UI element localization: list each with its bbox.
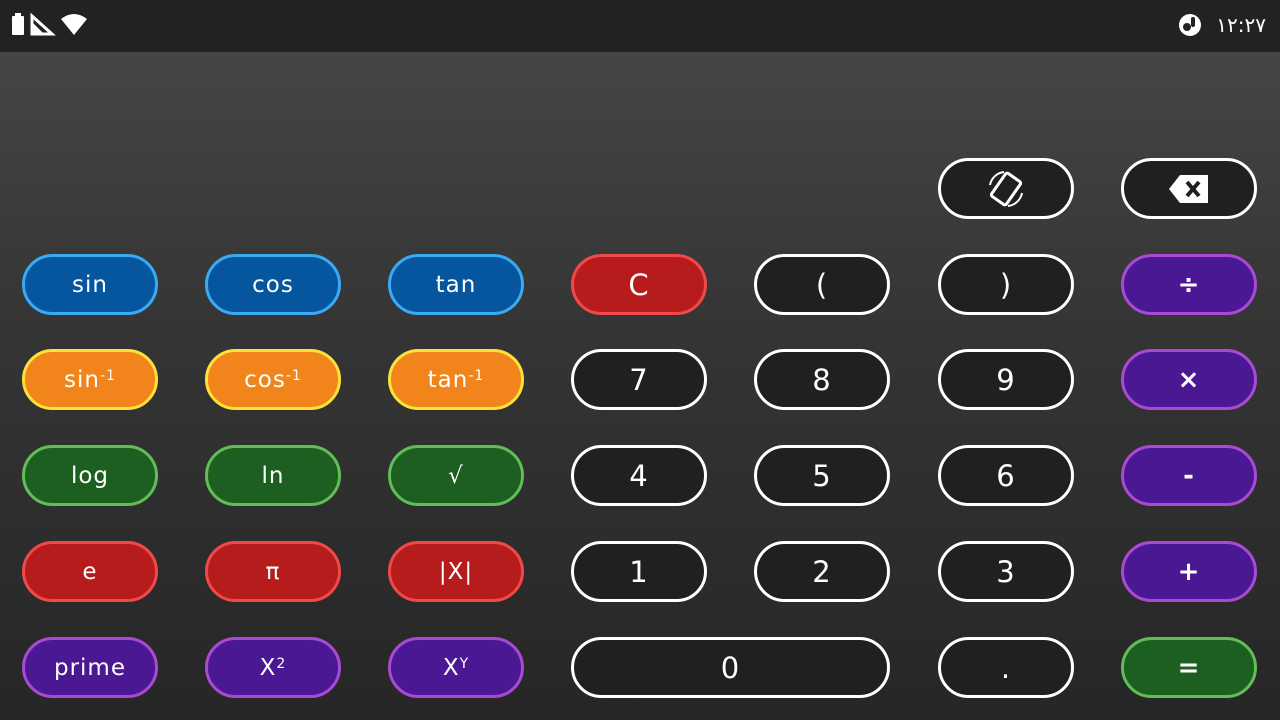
arcsin-button[interactable]: sin -1 — [22, 349, 158, 410]
digit-6-label: 6 — [996, 458, 1016, 493]
rotate-button[interactable] — [938, 158, 1074, 219]
digit-8-label: 8 — [812, 362, 832, 397]
abs-button[interactable]: |X| — [388, 541, 524, 602]
status-icons-right: ۱۲:۲۷ — [1178, 12, 1266, 38]
sin-button[interactable]: sin — [22, 254, 158, 315]
digit-8-button[interactable]: 8 — [754, 349, 890, 410]
digit-7-label: 7 — [629, 362, 649, 397]
close-paren-button[interactable]: ) — [938, 254, 1074, 315]
plus-button[interactable]: + — [1121, 541, 1257, 602]
ln-button[interactable]: ln — [205, 445, 341, 506]
status-icons-left — [10, 12, 88, 36]
backspace-button[interactable] — [1121, 158, 1257, 219]
pi-button[interactable]: π — [205, 541, 341, 602]
pi-label: π — [265, 558, 281, 585]
ln-label: ln — [261, 462, 285, 489]
euler-label: e — [82, 558, 98, 585]
digit-3-button[interactable]: 3 — [938, 541, 1074, 602]
tan-button[interactable]: tan — [388, 254, 524, 315]
minus-button[interactable]: - — [1121, 445, 1257, 506]
digit-2-label: 2 — [812, 554, 832, 589]
close-paren-label: ) — [999, 267, 1013, 302]
digit-0-label: 0 — [720, 650, 741, 685]
arctan-label: tan — [427, 366, 469, 393]
digit-5-label: 5 — [812, 458, 832, 493]
digit-1-button[interactable]: 1 — [571, 541, 707, 602]
decimal-point-label: . — [1000, 650, 1012, 685]
square-button[interactable]: X2 — [205, 637, 341, 698]
arcsin-label: sin — [64, 366, 100, 393]
prime-label: prime — [53, 654, 126, 681]
equals-label: = — [1177, 652, 1201, 683]
signal-icon — [30, 12, 56, 36]
digit-9-label: 9 — [996, 362, 1016, 397]
digit-7-button[interactable]: 7 — [571, 349, 707, 410]
square-label: X — [259, 654, 277, 681]
euler-button[interactable]: e — [22, 541, 158, 602]
backspace-icon — [1169, 174, 1208, 203]
battery-icon — [12, 13, 24, 35]
power-label: X — [442, 654, 460, 681]
status-time: ۱۲:۲۷ — [1216, 13, 1266, 37]
decimal-point-button[interactable]: . — [938, 637, 1074, 698]
digit-9-button[interactable]: 9 — [938, 349, 1074, 410]
sin-label: sin — [72, 271, 108, 298]
screen-rotation-icon — [989, 170, 1023, 207]
digit-1-label: 1 — [629, 554, 649, 589]
log-button[interactable]: log — [22, 445, 158, 506]
digit-4-label: 4 — [629, 458, 649, 493]
open-paren-button[interactable]: ( — [754, 254, 890, 315]
power-button[interactable]: XY — [388, 637, 524, 698]
sqrt-button[interactable]: √ — [388, 445, 524, 506]
digit-6-button[interactable]: 6 — [938, 445, 1074, 506]
divide-label: ÷ — [1177, 269, 1201, 300]
cos-button[interactable]: cos — [205, 254, 341, 315]
prime-button[interactable]: prime — [22, 637, 158, 698]
status-bar: ۱۲:۲۷ — [0, 0, 1280, 52]
power-exponent: Y — [459, 655, 470, 672]
abs-label: |X| — [438, 558, 474, 585]
digit-0-button[interactable]: 0 — [571, 637, 890, 698]
multiply-button[interactable]: × — [1121, 349, 1257, 410]
multiply-label: × — [1177, 364, 1201, 395]
log-label: log — [70, 462, 110, 489]
sqrt-label: √ — [448, 462, 464, 489]
digit-4-button[interactable]: 4 — [571, 445, 707, 506]
minus-label: - — [1183, 460, 1195, 491]
arccos-exponent: -1 — [285, 367, 302, 384]
arccos-label: cos — [244, 366, 286, 393]
plus-label: + — [1177, 556, 1201, 587]
app-notification-icon — [1179, 14, 1202, 36]
digit-3-label: 3 — [996, 554, 1016, 589]
open-paren-label: ( — [815, 267, 829, 302]
cos-label: cos — [252, 271, 294, 298]
digit-2-button[interactable]: 2 — [754, 541, 890, 602]
divide-button[interactable]: ÷ — [1121, 254, 1257, 315]
arccos-button[interactable]: cos -1 — [205, 349, 341, 410]
equals-button[interactable]: = — [1121, 637, 1257, 698]
arctan-exponent: -1 — [468, 367, 485, 384]
square-exponent: 2 — [276, 655, 287, 672]
tan-label: tan — [435, 271, 477, 298]
display-divider — [738, 132, 1280, 134]
clear-label: C — [628, 267, 650, 302]
wifi-icon — [61, 14, 87, 35]
arcsin-exponent: -1 — [99, 367, 116, 384]
clear-button[interactable]: C — [571, 254, 707, 315]
arctan-button[interactable]: tan -1 — [388, 349, 524, 410]
digit-5-button[interactable]: 5 — [754, 445, 890, 506]
